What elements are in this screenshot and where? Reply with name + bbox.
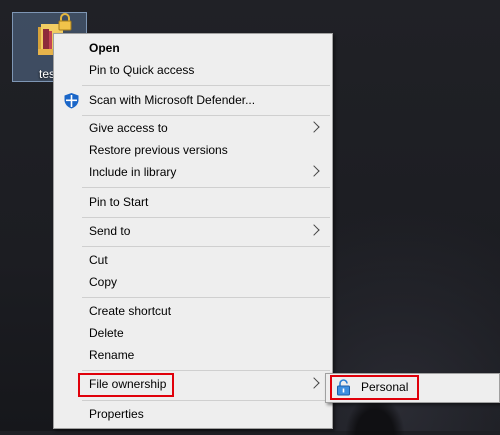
menu-separator [82,370,330,371]
menu-item-pin-start[interactable]: Pin to Start [56,192,330,214]
menu-separator [82,217,330,218]
menu-item-scan-defender[interactable]: Scan with Microsoft Defender... [56,90,330,112]
menu-item-copy[interactable]: Copy [56,272,330,294]
menu-item-create-shortcut[interactable]: Create shortcut [56,301,330,323]
menu-item-restore-versions[interactable]: Restore previous versions [56,140,330,162]
defender-shield-icon [64,93,79,109]
menu-item-properties[interactable]: Properties [56,404,330,426]
menu-separator [82,246,330,247]
lock-icon [58,13,72,31]
chevron-right-icon [308,377,320,389]
menu-item-open[interactable]: Open [56,38,330,60]
menu-item-give-access[interactable]: Give access to [56,118,330,140]
menu-separator [82,115,330,116]
file-ownership-submenu: Personal [325,373,500,403]
highlight-box-file-ownership [78,373,174,397]
menu-item-rename[interactable]: Rename [56,345,330,367]
context-menu: Open Pin to Quick access Scan with Micro… [53,33,333,429]
highlight-box-personal [330,375,419,400]
menu-item-pin-quick-access[interactable]: Pin to Quick access [56,60,330,82]
menu-separator [82,187,330,188]
menu-separator [82,85,330,86]
chevron-right-icon [308,224,320,236]
menu-separator [82,400,330,401]
menu-item-cut[interactable]: Cut [56,250,330,272]
menu-separator [82,297,330,298]
chevron-right-icon [308,121,320,133]
menu-item-delete[interactable]: Delete [56,323,330,345]
menu-item-send-to[interactable]: Send to [56,221,330,243]
menu-item-include-library[interactable]: Include in library [56,162,330,184]
chevron-right-icon [308,165,320,177]
